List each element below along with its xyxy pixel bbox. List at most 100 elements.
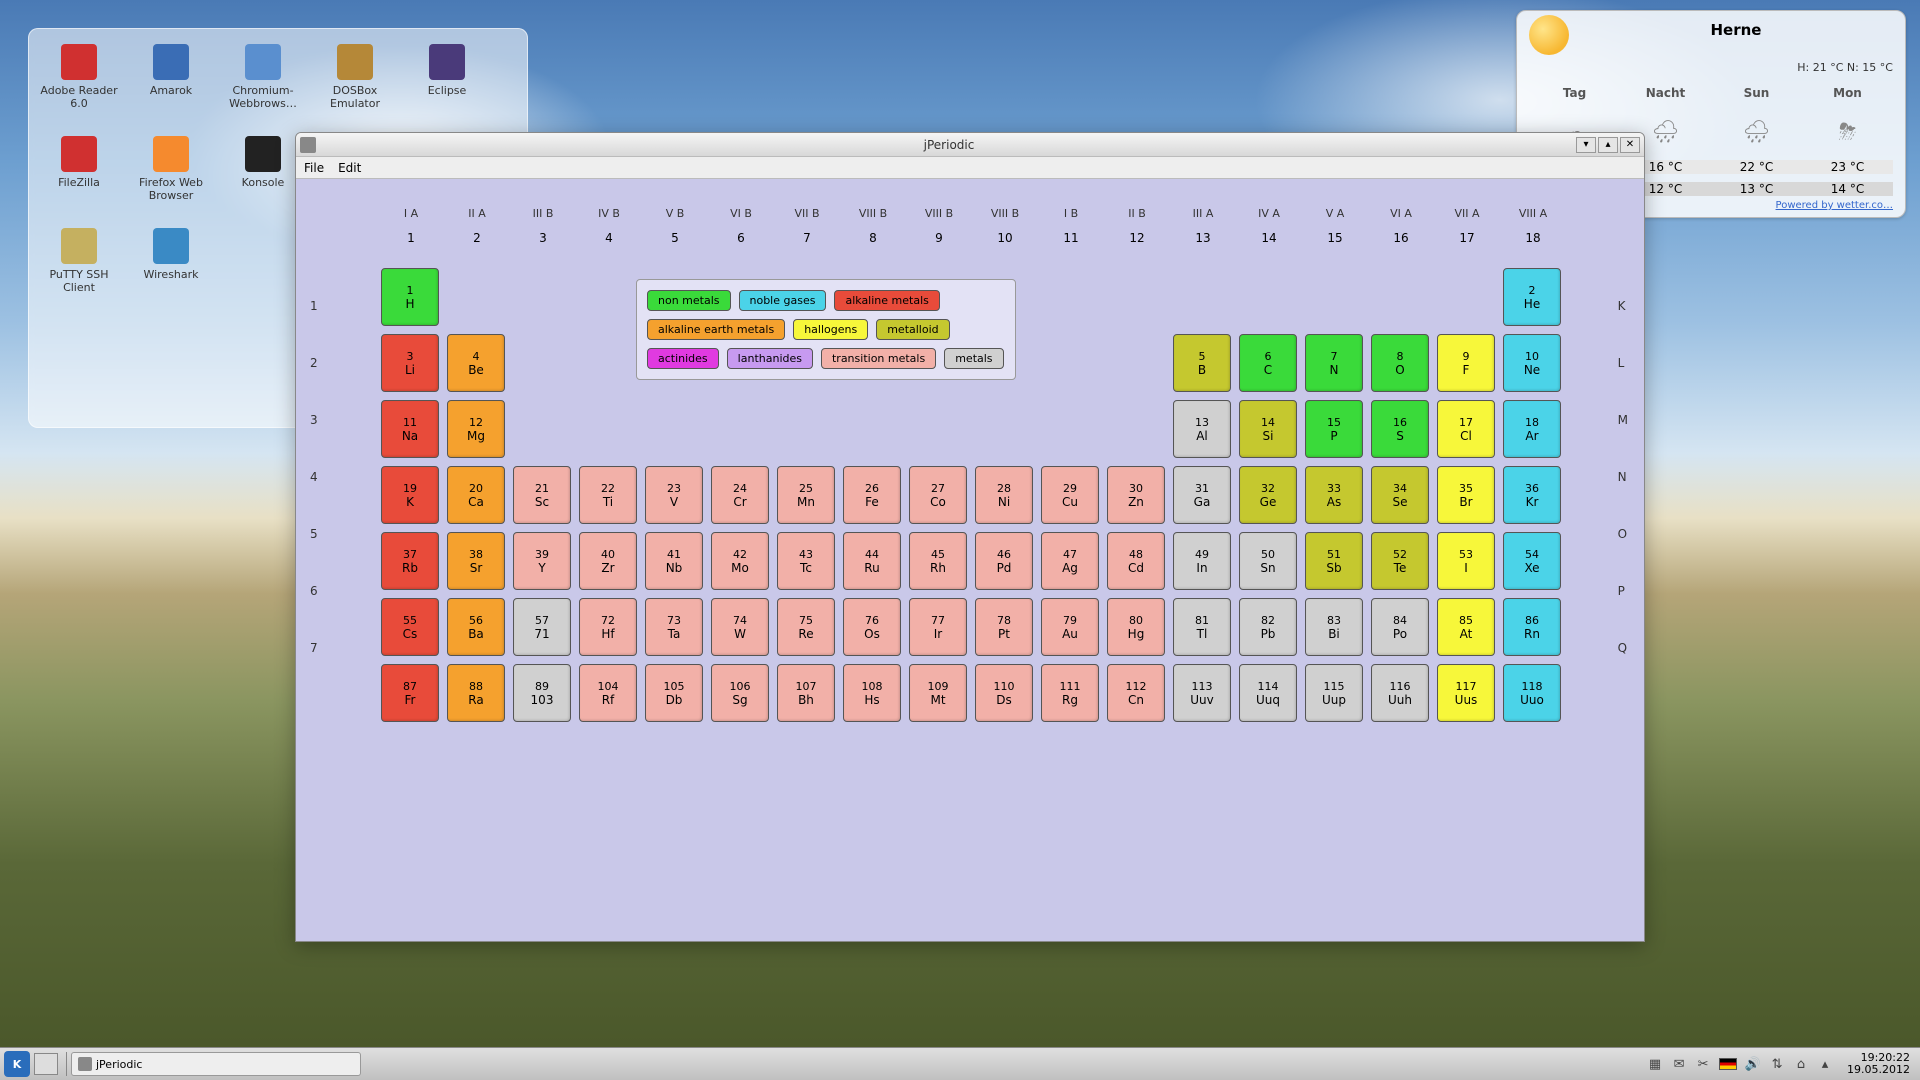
element-Tc[interactable]: 43Tc	[777, 532, 835, 590]
minimize-button[interactable]: ▾	[1576, 137, 1596, 153]
element-Ag[interactable]: 47Ag	[1041, 532, 1099, 590]
menu-edit[interactable]: Edit	[338, 161, 361, 175]
desktop-icon[interactable]: Wireshark	[126, 222, 216, 312]
desktop-icon[interactable]: Adobe Reader 6.0	[34, 38, 124, 128]
element-Al[interactable]: 13Al	[1173, 400, 1231, 458]
element-Pt[interactable]: 78Pt	[975, 598, 1033, 656]
element-Ir[interactable]: 77Ir	[909, 598, 967, 656]
desktop-icon[interactable]: Chromium-Webbrows…	[218, 38, 308, 128]
element-Au[interactable]: 79Au	[1041, 598, 1099, 656]
element-Mt[interactable]: 109Mt	[909, 664, 967, 722]
element-Ra[interactable]: 88Ra	[447, 664, 505, 722]
tray-activity-icon[interactable]: ▦	[1647, 1056, 1663, 1072]
element-Db[interactable]: 105Db	[645, 664, 703, 722]
tray-keyboard-de-icon[interactable]	[1719, 1058, 1737, 1070]
element-N[interactable]: 7N	[1305, 334, 1363, 392]
element-Mo[interactable]: 42Mo	[711, 532, 769, 590]
tray-network-icon[interactable]: ⇅	[1769, 1056, 1785, 1072]
element-103[interactable]: 89103	[513, 664, 571, 722]
element-Uuo[interactable]: 118Uuo	[1503, 664, 1561, 722]
element-Co[interactable]: 27Co	[909, 466, 967, 524]
element-W[interactable]: 74W	[711, 598, 769, 656]
close-button[interactable]: ✕	[1620, 137, 1640, 153]
taskbar-entry-jperiodic[interactable]: jPeriodic	[71, 1052, 361, 1076]
kde-start-button[interactable]: K	[4, 1051, 30, 1077]
element-Li[interactable]: 3Li	[381, 334, 439, 392]
element-Hg[interactable]: 80Hg	[1107, 598, 1165, 656]
element-Sb[interactable]: 51Sb	[1305, 532, 1363, 590]
tray-mail-icon[interactable]: ✉	[1671, 1056, 1687, 1072]
element-Rf[interactable]: 104Rf	[579, 664, 637, 722]
element-Uus[interactable]: 117Uus	[1437, 664, 1495, 722]
element-Ti[interactable]: 22Ti	[579, 466, 637, 524]
desktop-icon[interactable]: Amarok	[126, 38, 216, 128]
element-Rn[interactable]: 86Rn	[1503, 598, 1561, 656]
element-Br[interactable]: 35Br	[1437, 466, 1495, 524]
element-H[interactable]: 1H	[381, 268, 439, 326]
element-Y[interactable]: 39Y	[513, 532, 571, 590]
desktop-icon[interactable]: FileZilla	[34, 130, 124, 220]
element-Ga[interactable]: 31Ga	[1173, 466, 1231, 524]
element-Te[interactable]: 52Te	[1371, 532, 1429, 590]
element-Sn[interactable]: 50Sn	[1239, 532, 1297, 590]
titlebar[interactable]: jPeriodic ▾ ▴ ✕	[296, 133, 1644, 157]
element-Po[interactable]: 84Po	[1371, 598, 1429, 656]
element-At[interactable]: 85At	[1437, 598, 1495, 656]
element-Ni[interactable]: 28Ni	[975, 466, 1033, 524]
element-Re[interactable]: 75Re	[777, 598, 835, 656]
element-He[interactable]: 2He	[1503, 268, 1561, 326]
element-In[interactable]: 49In	[1173, 532, 1231, 590]
tray-device-icon[interactable]: ⌂	[1793, 1056, 1809, 1072]
element-Pd[interactable]: 46Pd	[975, 532, 1033, 590]
element-Uuh[interactable]: 116Uuh	[1371, 664, 1429, 722]
element-Cd[interactable]: 48Cd	[1107, 532, 1165, 590]
tray-clipboard-icon[interactable]: ✂	[1695, 1056, 1711, 1072]
element-O[interactable]: 8O	[1371, 334, 1429, 392]
pager[interactable]	[34, 1053, 58, 1075]
element-Cn[interactable]: 112Cn	[1107, 664, 1165, 722]
element-K[interactable]: 19K	[381, 466, 439, 524]
element-Cu[interactable]: 29Cu	[1041, 466, 1099, 524]
element-Uuv[interactable]: 113Uuv	[1173, 664, 1231, 722]
element-Be[interactable]: 4Be	[447, 334, 505, 392]
element-Zr[interactable]: 40Zr	[579, 532, 637, 590]
desktop-icon[interactable]: Firefox Web Browser	[126, 130, 216, 220]
element-Pb[interactable]: 82Pb	[1239, 598, 1297, 656]
element-Fe[interactable]: 26Fe	[843, 466, 901, 524]
element-71[interactable]: 5771	[513, 598, 571, 656]
element-Rb[interactable]: 37Rb	[381, 532, 439, 590]
element-B[interactable]: 5B	[1173, 334, 1231, 392]
element-S[interactable]: 16S	[1371, 400, 1429, 458]
element-Nb[interactable]: 41Nb	[645, 532, 703, 590]
element-Os[interactable]: 76Os	[843, 598, 901, 656]
element-Hs[interactable]: 108Hs	[843, 664, 901, 722]
desktop-icon[interactable]: Eclipse	[402, 38, 492, 128]
element-Cr[interactable]: 24Cr	[711, 466, 769, 524]
element-Tl[interactable]: 81Tl	[1173, 598, 1231, 656]
element-Sr[interactable]: 38Sr	[447, 532, 505, 590]
element-Uup[interactable]: 115Uup	[1305, 664, 1363, 722]
element-Rg[interactable]: 111Rg	[1041, 664, 1099, 722]
desktop-icon[interactable]: DOSBox Emulator	[310, 38, 400, 128]
element-Na[interactable]: 11Na	[381, 400, 439, 458]
element-F[interactable]: 9F	[1437, 334, 1495, 392]
clock[interactable]: 19:20:22 19.05.2012	[1841, 1052, 1910, 1076]
element-Ca[interactable]: 20Ca	[447, 466, 505, 524]
element-Ne[interactable]: 10Ne	[1503, 334, 1561, 392]
desktop-icon[interactable]: PuTTY SSH Client	[34, 222, 124, 312]
element-Ba[interactable]: 56Ba	[447, 598, 505, 656]
maximize-button[interactable]: ▴	[1598, 137, 1618, 153]
tray-expand-icon[interactable]: ▴	[1817, 1056, 1833, 1072]
element-Ge[interactable]: 32Ge	[1239, 466, 1297, 524]
element-Bi[interactable]: 83Bi	[1305, 598, 1363, 656]
element-V[interactable]: 23V	[645, 466, 703, 524]
element-As[interactable]: 33As	[1305, 466, 1363, 524]
element-Ru[interactable]: 44Ru	[843, 532, 901, 590]
element-Mg[interactable]: 12Mg	[447, 400, 505, 458]
element-I[interactable]: 53I	[1437, 532, 1495, 590]
element-Xe[interactable]: 54Xe	[1503, 532, 1561, 590]
element-Se[interactable]: 34Se	[1371, 466, 1429, 524]
element-Uuq[interactable]: 114Uuq	[1239, 664, 1297, 722]
tray-volume-icon[interactable]: 🔊	[1745, 1056, 1761, 1072]
element-Rh[interactable]: 45Rh	[909, 532, 967, 590]
